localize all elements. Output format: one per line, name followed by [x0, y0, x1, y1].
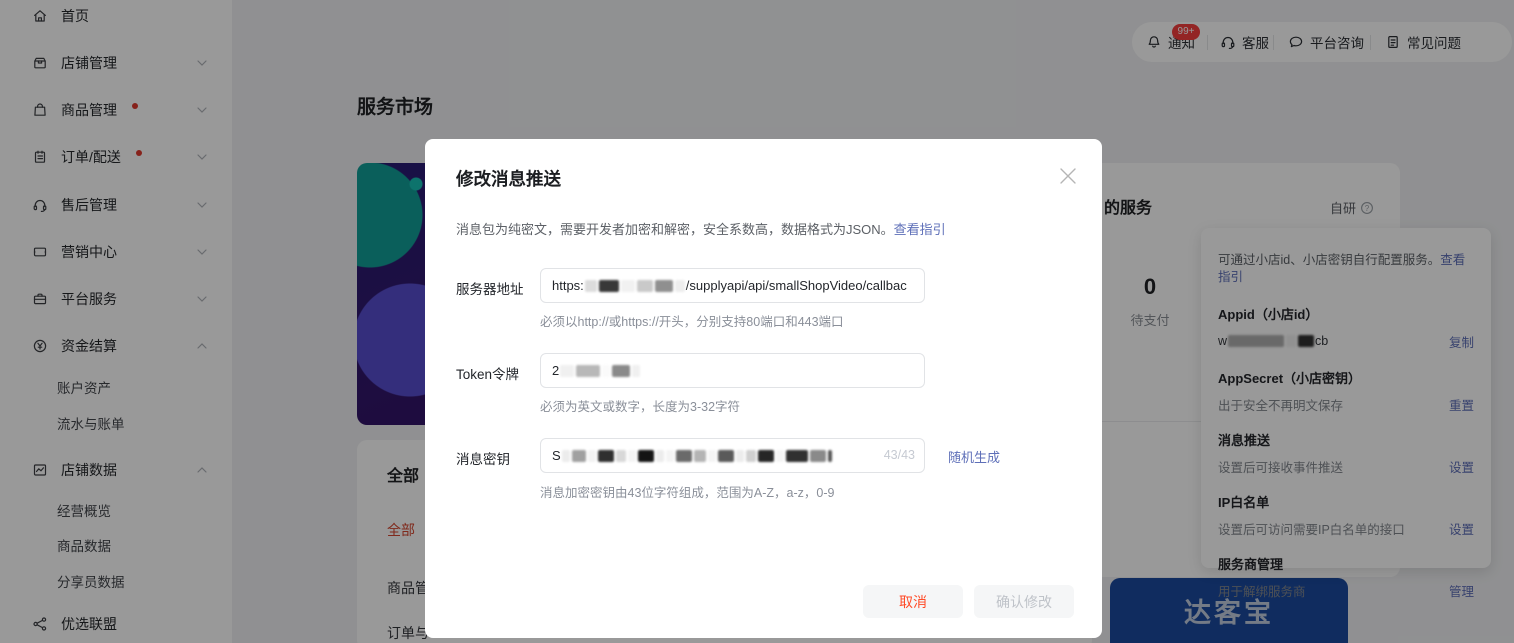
message-secret-help: 消息加密密钥由43位字符组成，范围为A-Z，a-z，0-9 — [540, 482, 834, 501]
random-generate-link[interactable]: 随机生成 — [948, 447, 1000, 466]
modal-description: 消息包为纯密文，需要开发者加密和解密，安全系数高，数据格式为JSON。查看指引 — [456, 219, 946, 238]
message-secret-label: 消息密钥 — [456, 448, 510, 468]
server-address-help: 必须以http://或https://开头，分别支持80端口和443端口 — [540, 311, 844, 330]
message-secret-prefix: S — [552, 448, 561, 463]
cancel-button[interactable]: 取消 — [863, 585, 963, 618]
token-help: 必须为英文或数字，长度为3-32字符 — [540, 396, 740, 415]
message-secret-input[interactable]: S 43/43 — [540, 438, 925, 473]
server-address-label: 服务器地址 — [456, 278, 524, 298]
secret-char-counter: 43/43 — [880, 439, 915, 472]
server-address-prefix: https: — [552, 278, 584, 293]
view-guide-link[interactable]: 查看指引 — [894, 222, 946, 237]
modal-description-text: 消息包为纯密文，需要开发者加密和解密，安全系数高，数据格式为JSON。 — [456, 222, 894, 237]
confirm-button[interactable]: 确认修改 — [974, 585, 1074, 618]
app-window: 首页 店铺管理 商品管理 订单/配送 售后管理 营销中心 — [0, 0, 1514, 643]
close-icon[interactable] — [1059, 167, 1077, 185]
token-prefix: 2 — [552, 363, 559, 378]
server-address-input[interactable]: https: /supplyapi/api/smallShopVideo/call… — [540, 268, 925, 303]
token-label: Token令牌 — [456, 363, 519, 383]
modal-title: 修改消息推送 — [456, 166, 561, 191]
edit-message-push-modal: 修改消息推送 消息包为纯密文，需要开发者加密和解密，安全系数高，数据格式为JSO… — [425, 139, 1102, 638]
token-input[interactable]: 2 — [540, 353, 925, 388]
server-address-suffix: /supplyapi/api/smallShopVideo/callbac — [686, 278, 907, 293]
